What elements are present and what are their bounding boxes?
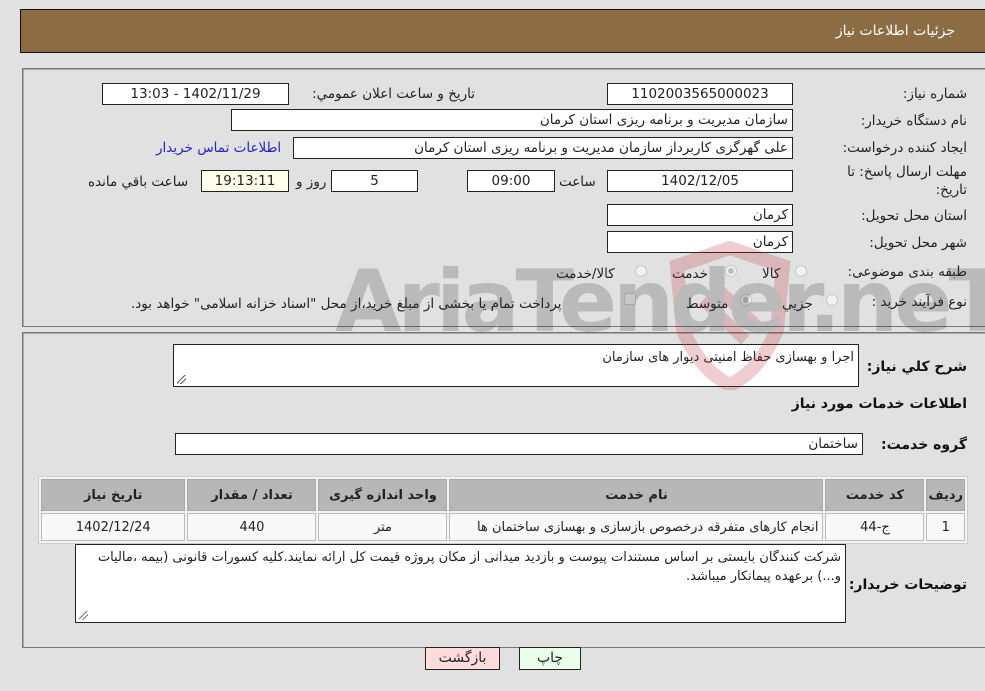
deadline-label-line2: تاريخ: [935, 182, 967, 198]
category-option-goods: کالا [762, 266, 781, 282]
delivery-city-field: کرمان [607, 231, 793, 253]
requester-field: علی گهرگزی کاربرداز سازمان مدیریت و برنا… [293, 137, 793, 159]
print-button[interactable]: چاپ [519, 647, 581, 670]
days-remaining-field: 5 [331, 170, 418, 192]
deadline-time-field: 09:00 [467, 170, 555, 192]
need-number-label: شماره نیاز: [902, 86, 967, 102]
time-remaining-label: ساعت باقي مانده [88, 174, 189, 190]
description-text: اجرا و بهسازی حفاظ امنیتی دیوار های سازم… [602, 350, 854, 365]
col-quantity: تعداد / مقدار [187, 479, 317, 511]
category-radio-goods-service[interactable] [635, 265, 647, 277]
process-option-minor: جزيي [782, 296, 813, 312]
treasury-note: پرداخت تمام يا بخشی از مبلغ خريد،از محل … [131, 296, 562, 312]
need-number-field: 1102003565000023 [607, 83, 793, 105]
process-radio-minor[interactable] [826, 294, 838, 306]
page-header: جزئیات اطلاعات نیاز [20, 9, 985, 53]
table-row: 1 ج-44 انجام کارهای متفرقه درخصوص بازساز… [41, 513, 965, 541]
process-option-medium: متوسط [686, 296, 729, 312]
cell-quantity: 440 [187, 513, 317, 541]
cell-service-code: ج-44 [825, 513, 925, 541]
col-service-code: کد خدمت [825, 479, 925, 511]
buyer-org-label: نام دستگاه خريدار: [860, 113, 967, 129]
cell-unit: متر [318, 513, 448, 541]
resize-grip-icon[interactable] [79, 611, 88, 620]
treasury-checkbox[interactable] [624, 293, 636, 305]
category-label: طبقه بندی موضوعی: [847, 264, 967, 280]
delivery-province-field: کرمان [607, 204, 793, 226]
announce-datetime-field: 1402/11/29 - 13:03 [102, 83, 289, 105]
process-type-label: نوع فرآيند خريد : [871, 294, 967, 310]
delivery-province-label: استان محل تحويل: [861, 208, 967, 224]
cell-need-date: 1402/12/24 [41, 513, 186, 541]
category-option-service: خدمت [672, 266, 708, 282]
services-table: رديف کد خدمت نام خدمت واحد اندازه گيری ت… [38, 476, 968, 544]
service-group-field: ساختمان [175, 433, 863, 455]
time-remaining-field: 19:13:11 [201, 170, 289, 192]
need-info-panel [22, 68, 985, 327]
deadline-date-field: 1402/12/05 [607, 170, 793, 192]
cell-service-name: انجام کارهای متفرقه درخصوص بازسازی و بهس… [449, 513, 824, 541]
description-textarea[interactable]: اجرا و بهسازی حفاظ امنیتی دیوار های سازم… [173, 344, 859, 387]
cell-row-number: 1 [926, 513, 965, 541]
buyer-notes-textarea[interactable]: شرکت کنندگان بایستی بر اساس مستندات پیوس… [75, 544, 846, 623]
buyer-notes-label: توضيحات خريدار: [848, 577, 967, 593]
buyer-contact-link[interactable]: اطلاعات تماس خريدار [156, 140, 281, 156]
category-radio-goods[interactable] [795, 265, 807, 277]
process-radio-medium[interactable] [740, 294, 752, 306]
col-row-number: رديف [926, 479, 965, 511]
buyer-org-field: سازمان مدیریت و برنامه ریزی استان کرمان [231, 109, 793, 131]
col-need-date: تاريخ نياز [41, 479, 186, 511]
category-option-goods-service: کالا/خدمت [556, 266, 615, 282]
table-header-row: رديف کد خدمت نام خدمت واحد اندازه گيری ت… [41, 479, 965, 511]
back-button[interactable]: بازگشت [425, 647, 500, 670]
col-service-name: نام خدمت [449, 479, 824, 511]
requester-label: ايجاد کننده درخواست: [842, 140, 967, 156]
days-label: روز و [296, 174, 327, 190]
page-title: جزئیات اطلاعات نیاز [835, 23, 955, 39]
buyer-notes-text: شرکت کنندگان بایستی بر اساس مستندات پیوس… [97, 550, 841, 584]
col-unit: واحد اندازه گيری [318, 479, 448, 511]
resize-grip-icon[interactable] [177, 375, 186, 384]
delivery-city-label: شهر محل تحويل: [869, 235, 967, 251]
deadline-time-label: ساعت [559, 174, 596, 190]
service-group-label: گروه خدمت: [881, 437, 967, 453]
services-section-title: اطلاعات خدمات مورد نياز [791, 396, 967, 412]
announce-datetime-label: تاريخ و ساعت اعلان عمومي: [312, 86, 475, 102]
description-label: شرح کلي نياز: [866, 359, 967, 375]
deadline-label-line1: مهلت ارسال پاسخ: تا [847, 164, 967, 180]
category-radio-service[interactable] [725, 265, 737, 277]
